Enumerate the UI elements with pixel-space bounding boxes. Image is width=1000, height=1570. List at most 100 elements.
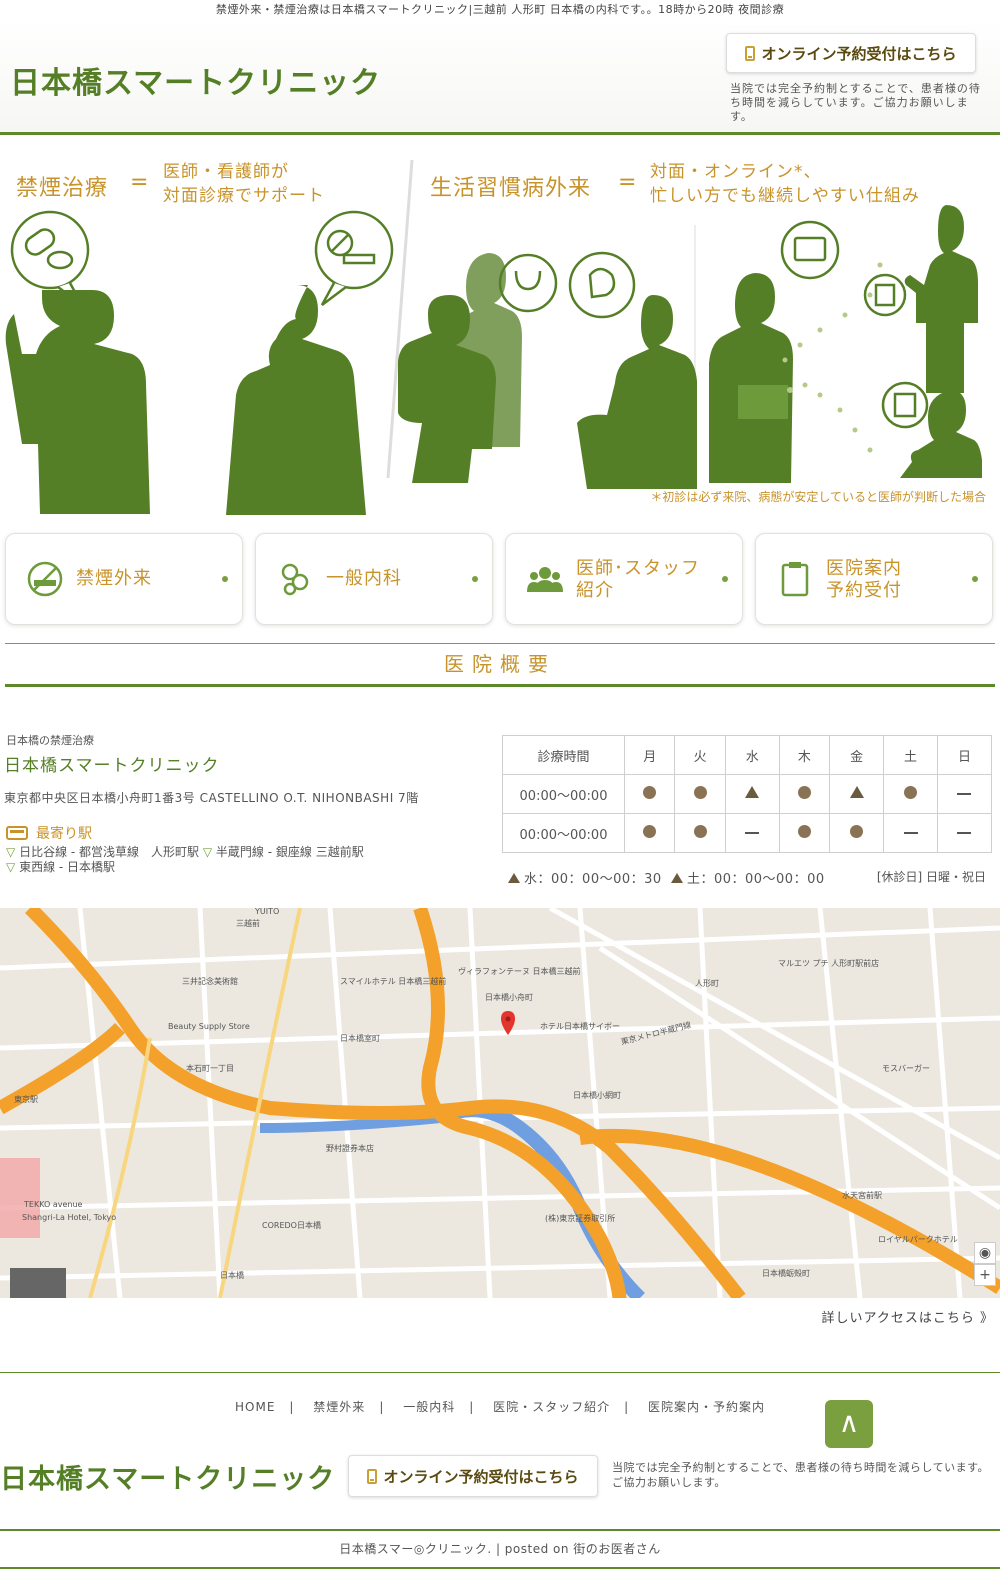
map-label: ホテル日本橋サイボー bbox=[540, 1022, 620, 1031]
hours-mark-cell bbox=[829, 774, 885, 814]
circle-mark-icon bbox=[797, 824, 811, 838]
hero-right-equals: = bbox=[618, 170, 637, 195]
map-label: スマイルホテル 日本橋三越前 bbox=[340, 977, 447, 986]
hero-right-subtitle: 対面・オンライン*、 忙しい方でも継続しやすい仕組み bbox=[650, 160, 920, 208]
hours-row: 00:00〜00:00 bbox=[502, 774, 993, 814]
nav-card-label: 禁煙外来 bbox=[76, 568, 152, 590]
chevron-right-icon bbox=[472, 576, 478, 582]
nav-card-line1: 医師･スタッフ bbox=[576, 558, 700, 579]
triangle-bullet-icon: ▽ bbox=[202, 845, 213, 859]
footer-nav-clinic-info[interactable]: 医院案内・予約案内 bbox=[648, 1400, 765, 1414]
hours-note: 水：00：00〜00：30 土：00：00〜00：00 bbox=[508, 868, 825, 887]
chevron-right-icon bbox=[222, 576, 228, 582]
site-header: 日本橋スマートクリニック オンライン予約受付はこちら 当院では完全予約制とするこ… bbox=[0, 20, 1000, 135]
map-label: (株)東京証券取引所 bbox=[545, 1214, 616, 1223]
consultation-hours-table: 診療時間 月 火 水 木 金 土 日 00:00〜00:00 00:00〜00:… bbox=[502, 735, 993, 853]
triangle-mark-icon bbox=[849, 786, 864, 798]
station-area bbox=[0, 1158, 40, 1238]
map-label: 三井記念美術館 bbox=[182, 977, 238, 986]
hero-left-sub-line2: 対面診療でサポート bbox=[163, 186, 325, 206]
map-label: YUITO bbox=[255, 908, 280, 916]
hours-mark-cell bbox=[778, 813, 831, 853]
footer-nav-smoking-clinic[interactable]: 禁煙外来 bbox=[313, 1400, 365, 1414]
map-label: COREDO日本橋 bbox=[262, 1221, 321, 1230]
map-label: マルエツ プチ 人形町駅前店 bbox=[778, 959, 880, 968]
nav-card-staff[interactable]: 医師･スタッフ 紹介 bbox=[505, 533, 743, 625]
map-label: 三越前 bbox=[236, 919, 260, 928]
dash-mark-icon bbox=[745, 832, 760, 834]
station-item: 半蔵門線 - 銀座線 三越前駅 bbox=[215, 845, 364, 859]
train-icon bbox=[6, 826, 28, 840]
hero-banner: 禁煙治療 = 医師・看護師が 対面診療でサポート 生活習慣病外来 = 対面・オン… bbox=[0, 135, 1000, 515]
site-logo[interactable]: 日本橋スマートクリニック bbox=[10, 58, 381, 102]
footer-nav-staff[interactable]: 医院・スタッフ紹介 bbox=[493, 1400, 610, 1414]
back-to-top-button[interactable]: ∧ bbox=[825, 1400, 873, 1448]
map-locate-button[interactable]: ◉ bbox=[974, 1242, 996, 1264]
satellite-thumbnail bbox=[10, 1268, 66, 1298]
nav-card-internal-medicine[interactable]: 一般内科 bbox=[255, 533, 493, 625]
hours-header-cell: 診療時間 bbox=[502, 735, 625, 775]
hero-left-subtitle: 医師・看護師が 対面診療でサポート bbox=[163, 160, 325, 208]
nav-card-line1: 禁煙外来 bbox=[76, 568, 152, 589]
map-label: 本石町一丁目 bbox=[186, 1064, 234, 1073]
access-map[interactable]: 三越前 YUITO 人形町 日本橋 日本橋小舟町 日本橋室町 日本橋小網町 日本… bbox=[0, 908, 1000, 1298]
footer-nav-internal-medicine[interactable]: 一般内科 bbox=[403, 1400, 455, 1414]
nav-card-smoking-clinic[interactable]: 禁煙外来 bbox=[5, 533, 243, 625]
chevron-right-icon bbox=[972, 576, 978, 582]
hero-right-sub-line1: 対面・オンライン*、 bbox=[650, 162, 822, 182]
map-zoom-in-button[interactable]: + bbox=[974, 1264, 996, 1286]
footer-nav-separator: | bbox=[289, 1400, 295, 1414]
hours-mark-cell bbox=[936, 813, 993, 853]
map-label: 水天宮前駅 bbox=[842, 1191, 882, 1200]
hours-header-row: 診療時間 月 火 水 木 金 土 日 bbox=[502, 735, 993, 775]
monitor-bubble-icon bbox=[780, 220, 840, 280]
footer-nav-home[interactable]: HOME bbox=[235, 1400, 275, 1414]
map-label: Beauty Supply Store bbox=[168, 1022, 250, 1031]
access-detail-link[interactable]: 詳しいアクセスはこちら 》 bbox=[822, 1307, 994, 1326]
hours-mark-cell bbox=[674, 813, 726, 853]
hero-divider bbox=[386, 159, 414, 479]
footer-online-reservation-button[interactable]: オンライン予約受付はこちら bbox=[348, 1455, 598, 1497]
hours-row: 00:00〜00:00 bbox=[502, 813, 993, 853]
tagline-text: 禁煙外来・禁煙治療は日本橋スマートクリニック|三越前 人形町 日本橋の内科です。… bbox=[215, 3, 785, 16]
top-tagline-bar: 禁煙外来・禁煙治療は日本橋スマートクリニック|三越前 人形町 日本橋の内科です。… bbox=[0, 0, 1000, 20]
nav-card-line2: 紹介 bbox=[576, 580, 614, 601]
reservation-note: 当院では完全予約制とすることで、患者様の待ち時間を減らしています。ご協力お願いし… bbox=[730, 82, 981, 123]
map-label: Shangri-La Hotel, Tokyo bbox=[22, 1213, 117, 1222]
map-label: 日本橋小舟町 bbox=[485, 993, 533, 1002]
people-silhouettes bbox=[5, 205, 982, 515]
triangle-mark-icon bbox=[745, 786, 760, 798]
triangle-mark-icon bbox=[670, 873, 683, 883]
cough-bubble-icon bbox=[568, 251, 636, 319]
hours-note-sat: 土：00：00〜00：00 bbox=[686, 872, 825, 887]
triangle-mark-icon bbox=[508, 873, 520, 883]
footer-logo[interactable]: 日本橋スマートクリニック bbox=[0, 1457, 335, 1496]
map-label: 東京駅 bbox=[14, 1095, 38, 1104]
hours-mark-cell bbox=[936, 774, 993, 814]
nav-card-clinic-info[interactable]: 医院案内 予約受付 bbox=[755, 533, 993, 625]
hero-left-sub-line1: 医師・看護師が bbox=[163, 162, 289, 182]
copyright-text: 日本橋スマー◎クリニック. | posted on 街のお医者さん bbox=[339, 1542, 661, 1556]
online-reservation-button[interactable]: オンライン予約受付はこちら bbox=[726, 33, 976, 73]
nearest-station-label: 最寄り駅 bbox=[36, 826, 92, 842]
nav-card-label: 一般内科 bbox=[326, 568, 402, 590]
hero-right-sub-line2: 忙しい方でも継続しやすい仕組み bbox=[650, 186, 920, 206]
clinic-name: 日本橋スマートクリニック bbox=[4, 756, 220, 776]
hours-header-cell: 木 bbox=[778, 735, 831, 775]
hero-left-equals: = bbox=[130, 170, 149, 195]
hero-footnote: ＊初診は必ず来院、病態が安定していると医師が判断した場合 bbox=[650, 490, 986, 504]
hours-mark-cell bbox=[623, 774, 676, 814]
site-footer: HOME | 禁煙外来 | 一般内科 | 医院・スタッフ紹介 | 医院案内・予約案内 ∧… bbox=[0, 1372, 1000, 1570]
hours-note-wed: 水：00：00〜00：30 bbox=[524, 872, 662, 887]
smartphone-icon bbox=[745, 45, 756, 61]
section-heading-overview: 医院概要 bbox=[5, 643, 995, 687]
footer-nav-separator: | bbox=[379, 1400, 385, 1414]
triangle-bullet-icon: ▽ bbox=[6, 845, 16, 859]
hours-mark-cell bbox=[724, 774, 780, 814]
map-label: 野村證券本店 bbox=[326, 1144, 374, 1153]
no-cigarette-bubble-icon bbox=[314, 210, 394, 306]
hours-mark-cell bbox=[724, 813, 780, 853]
dash-mark-icon bbox=[957, 793, 972, 795]
map-label: 日本橋蛎殻町 bbox=[762, 1269, 810, 1278]
nav-card-label: 医師･スタッフ 紹介 bbox=[576, 558, 700, 602]
